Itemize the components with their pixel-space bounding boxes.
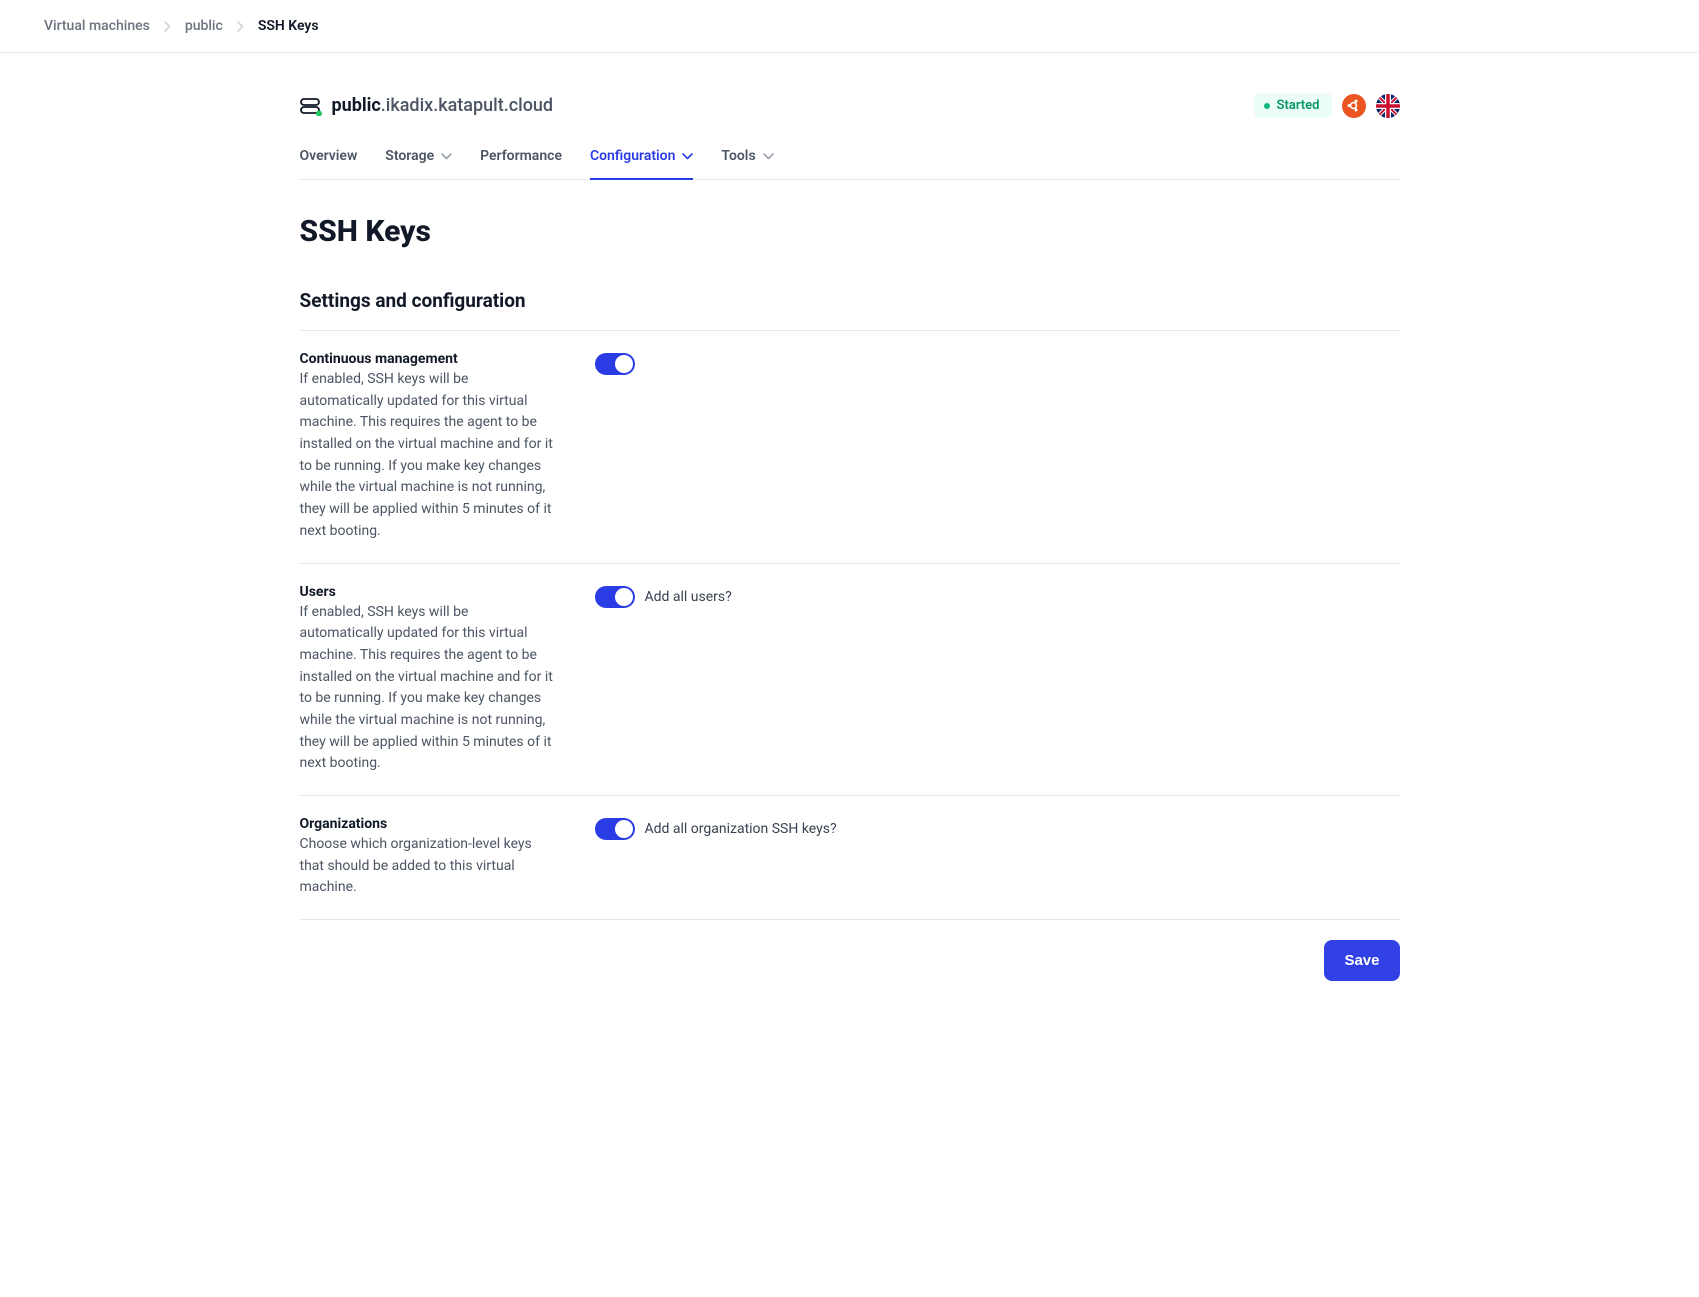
setting-continuous-management: Continuous management If enabled, SSH ke… (300, 331, 1400, 564)
tabs: Overview Storage Performance Configurati… (300, 140, 1400, 180)
chevron-right-icon (164, 21, 171, 32)
page-title: SSH Keys (300, 214, 1400, 249)
vm-hostname-domain: .ikadix.katapult.cloud (381, 95, 553, 116)
tab-performance[interactable]: Performance (480, 140, 562, 180)
section-title: Settings and configuration (300, 289, 1400, 331)
breadcrumb-item-current: SSH Keys (258, 18, 319, 34)
toggle-continuous-management[interactable] (595, 353, 635, 375)
vm-header: public.ikadix.katapult.cloud Started (300, 93, 1400, 118)
setting-description: If enabled, SSH keys will be automatical… (300, 369, 555, 543)
setting-label: Users (300, 584, 555, 600)
setting-organizations: Organizations Choose which organization-… (300, 796, 1400, 920)
breadcrumb-item-vms[interactable]: Virtual machines (44, 18, 150, 34)
uk-flag-icon (1376, 94, 1400, 118)
toggle-label: Add all users? (645, 586, 732, 608)
chevron-down-icon (682, 153, 693, 160)
tab-storage[interactable]: Storage (385, 140, 452, 180)
toggle-add-all-org-keys[interactable] (595, 818, 635, 840)
breadcrumb-item-public[interactable]: public (185, 18, 223, 34)
vm-hostname-bold: public (332, 95, 381, 116)
status-dot-icon (1264, 103, 1270, 109)
chevron-right-icon (237, 21, 244, 32)
chevron-down-icon (441, 153, 452, 160)
toggle-label: Add all organization SSH keys? (645, 818, 837, 840)
toggle-add-all-users[interactable] (595, 586, 635, 608)
server-icon (300, 98, 322, 114)
tab-tools[interactable]: Tools (721, 140, 773, 180)
actions-bar: Save (300, 920, 1400, 981)
setting-label: Continuous management (300, 351, 555, 367)
tab-overview[interactable]: Overview (300, 140, 358, 180)
setting-description: If enabled, SSH keys will be automatical… (300, 602, 555, 776)
save-button[interactable]: Save (1324, 940, 1399, 981)
breadcrumb: Virtual machines public SSH Keys (0, 0, 1699, 53)
setting-users: Users If enabled, SSH keys will be autom… (300, 564, 1400, 797)
status-label: Started (1277, 98, 1320, 113)
vm-hostname: public.ikadix.katapult.cloud (332, 95, 554, 116)
ubuntu-icon (1342, 94, 1366, 118)
tab-configuration[interactable]: Configuration (590, 140, 693, 180)
setting-description: Choose which organization-level keys tha… (300, 834, 555, 899)
chevron-down-icon (763, 153, 774, 160)
setting-label: Organizations (300, 816, 555, 832)
status-badge: Started (1254, 93, 1332, 118)
